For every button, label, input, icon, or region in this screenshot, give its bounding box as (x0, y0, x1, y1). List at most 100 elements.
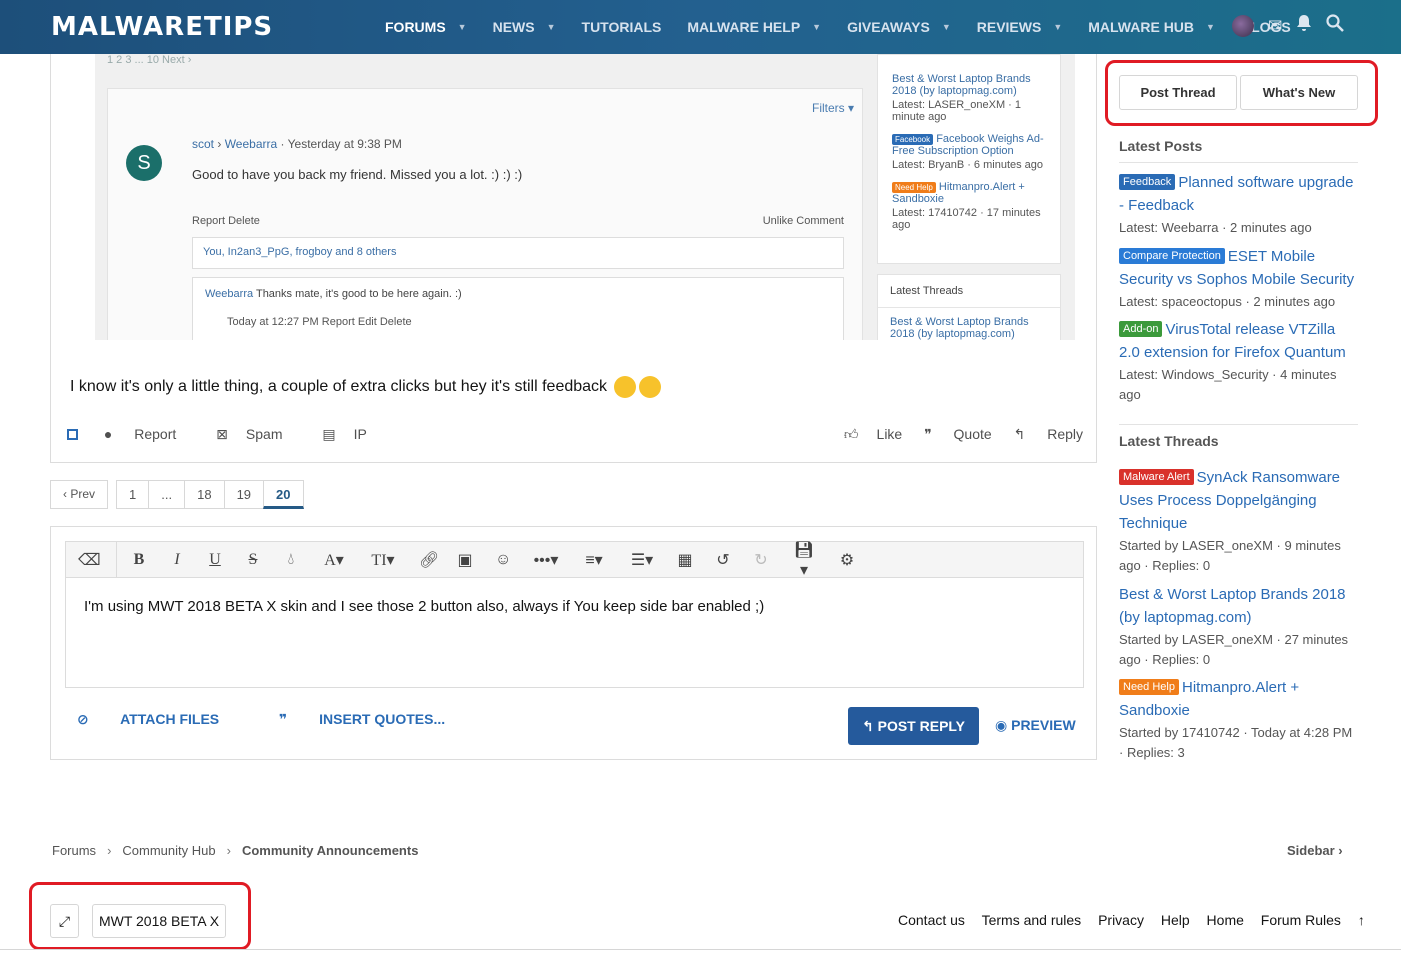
reply-link[interactable]: ↰ Reply (1014, 426, 1083, 442)
undo-icon[interactable]: ↺ (715, 550, 731, 570)
nav-forums[interactable]: FORUMS ▼ (385, 19, 467, 35)
chevron-down-icon[interactable]: ▼ (942, 22, 951, 32)
more-icon[interactable]: •••▾ (533, 550, 559, 570)
es-reply-text: Thanks mate, it's good to be here again.… (255, 288, 462, 300)
list-icon[interactable]: ☰▾ (629, 550, 655, 570)
latest-thread-item[interactable]: Best & Worst Laptop Brands 2018 (by lapt… (1119, 583, 1359, 670)
main-nav: FORUMS ▼ NEWS ▼ TUTORIALS MALWARE HELP ▼ GI… (385, 0, 1317, 54)
nav-label: TUTORIALS (581, 19, 662, 35)
user-avatar[interactable] (1232, 14, 1254, 37)
strikethrough-icon[interactable]: S (245, 551, 261, 569)
nav-malware-hub[interactable]: MALWARE HUB ▼ (1088, 19, 1215, 35)
breadcrumb-item[interactable]: Community Hub (122, 843, 215, 858)
latest-thread-meta: Started by LASER_oneXM · 27 minutes ago … (1119, 632, 1349, 667)
style-chooser-button[interactable]: MWT 2018 BETA X (92, 904, 226, 938)
prev-page-button[interactable]: ‹ Prev (50, 480, 109, 509)
reply-icon: ↰ (861, 718, 874, 734)
es-avatar: S (126, 145, 162, 181)
envelope-icon[interactable]: ✉ (1268, 16, 1282, 36)
page-ellipsis[interactable]: ... (148, 480, 186, 509)
bell-icon[interactable] (1296, 14, 1312, 37)
save-draft-icon[interactable]: 💾︎▾ (791, 540, 817, 580)
select-checkbox[interactable] (67, 429, 78, 440)
chevron-down-icon[interactable]: ▼ (812, 22, 821, 32)
whats-new-button[interactable]: What's New (1240, 75, 1358, 110)
nav-tutorials[interactable]: TUTORIALS (582, 19, 662, 35)
editor-toolbar: ⌫ B I U S 💧︎ A▾ TI▾ 🔗︎ ▣ ☺ •••▾ ≡▾ ☰▾ ▦ … (65, 540, 1084, 580)
page-link[interactable]: 1 (116, 480, 150, 509)
breadcrumb-item[interactable]: Community Announcements (242, 843, 418, 858)
nav-reviews[interactable]: REVIEWS ▼ (977, 19, 1063, 35)
footer-link-terms[interactable]: Terms and rules (982, 912, 1082, 928)
latest-post-item[interactable]: Feedback Planned software upgrade - Feedb… (1119, 171, 1359, 238)
eraser-icon[interactable]: ⌫ (78, 550, 101, 570)
chevron-down-icon[interactable]: ▼ (1053, 22, 1062, 32)
footer-link-help[interactable]: Help (1161, 912, 1190, 928)
italic-icon[interactable]: I (169, 551, 185, 569)
latest-post-item[interactable]: Compare Protection ESET Mobile Security v… (1119, 245, 1359, 312)
redo-icon[interactable]: ↻ (753, 550, 769, 570)
chevron-down-icon[interactable]: ▼ (547, 22, 556, 32)
latest-thread-title[interactable]: Best & Worst Laptop Brands 2018 (by lapt… (1119, 586, 1346, 626)
quote-icon: ❞ (279, 711, 288, 727)
link-icon[interactable]: 🔗︎ (419, 550, 439, 570)
font-family-icon[interactable]: A▾ (321, 550, 347, 570)
tongue-emoji-icon (614, 376, 637, 398)
latest-thread-item[interactable]: Need Help Hitmanpro.Alert + Sandboxie Sta… (1119, 676, 1359, 763)
sidebar-toggle-link[interactable]: Sidebar › (1287, 843, 1343, 858)
ip-link[interactable]: ▤ IP (322, 426, 384, 442)
footer-link-contact[interactable]: Contact us (898, 912, 965, 928)
spam-icon: ⊠ (216, 426, 228, 442)
font-size-icon[interactable]: TI▾ (369, 550, 397, 570)
underline-icon[interactable]: U (207, 551, 223, 569)
footer-link-home[interactable]: Home (1207, 912, 1244, 928)
footer-link-rules[interactable]: Forum Rules (1261, 912, 1341, 928)
gear-icon[interactable]: ⚙ (839, 550, 855, 570)
align-icon[interactable]: ≡▾ (581, 550, 607, 570)
like-link[interactable]: 👍︎ Like (844, 426, 902, 442)
bold-icon[interactable]: B (131, 551, 147, 569)
reply-editor: ⌫ B I U S 💧︎ A▾ TI▾ 🔗︎ ▣ ☺ •••▾ ≡▾ ☰▾ ▦ … (50, 526, 1097, 760)
latest-thread-item[interactable]: Malware Alert SynAck Ransomware Uses Proc… (1119, 466, 1359, 576)
chevron-down-icon[interactable]: ▼ (1206, 22, 1215, 32)
footer-link-privacy[interactable]: Privacy (1098, 912, 1144, 928)
post-reply-button[interactable]: ↰ POST REPLY (848, 707, 979, 745)
nav-malware-help[interactable]: MALWARE HELP ▼ (687, 19, 821, 35)
nav-news[interactable]: NEWS ▼ (493, 19, 556, 35)
latest-thread-meta: Started by LASER_oneXM · 9 minutes ago ·… (1119, 538, 1341, 573)
es-side-title: Best & Worst Laptop Brands 2018 (by lapt… (892, 73, 1031, 97)
message-textarea[interactable]: I'm using MWT 2018 BETA X skin and I see… (65, 578, 1084, 688)
page-link[interactable]: 18 (184, 480, 225, 509)
search-icon[interactable] (1326, 14, 1345, 37)
image-icon[interactable]: ▣ (457, 550, 473, 570)
report-link[interactable]: ● Report (104, 426, 194, 442)
prefix-badge: Add-on (1119, 321, 1163, 337)
arrow-up-icon[interactable]: ↑ (1358, 912, 1365, 928)
es-side-sub: Latest: BryanB · 6 minutes ago (892, 159, 1044, 171)
spam-link[interactable]: ⊠ Spam (216, 426, 300, 442)
smiley-icon[interactable]: ☺ (495, 551, 511, 569)
breadcrumb-item[interactable]: Forums (52, 843, 96, 858)
preview-label: PREVIEW (1011, 717, 1076, 733)
message-post: 1 2 3 ... 10 Next › Filters ▾ S scot › W… (50, 54, 1097, 463)
es-side-sub: Latest: LASER_oneXM · 1 minute ago (892, 99, 1022, 123)
expand-width-button[interactable]: ⤢ (50, 904, 79, 938)
nav-giveaways[interactable]: GIVEAWAYS ▼ (847, 19, 951, 35)
quote-icon: ❞ (924, 426, 932, 442)
preview-button[interactable]: ◉ PREVIEW (995, 717, 1076, 734)
toolbar-divider (116, 541, 117, 578)
site-logo[interactable]: MALWARETIPS (51, 12, 273, 42)
es-side-threads: Latest Threads Best & Worst Laptop Brand… (877, 274, 1061, 340)
insert-quotes-button[interactable]: ❞ INSERT QUOTES... (279, 711, 473, 727)
attach-files-button[interactable]: ⊘ ATTACH FILES (77, 711, 247, 727)
post-thread-button[interactable]: Post Thread (1119, 75, 1237, 110)
quote-link[interactable]: ❞ Quote (924, 426, 992, 442)
es-user: scot (192, 137, 215, 151)
divider (1119, 424, 1358, 425)
table-icon[interactable]: ▦ (677, 550, 693, 570)
chevron-down-icon[interactable]: ▼ (458, 22, 467, 32)
page-link[interactable]: 19 (223, 480, 265, 509)
latest-post-item[interactable]: Add-on VirusTotal release VTZilla 2.0 ext… (1119, 318, 1359, 405)
color-drop-icon[interactable]: 💧︎ (283, 551, 299, 569)
page-link-current[interactable]: 20 (263, 480, 304, 509)
